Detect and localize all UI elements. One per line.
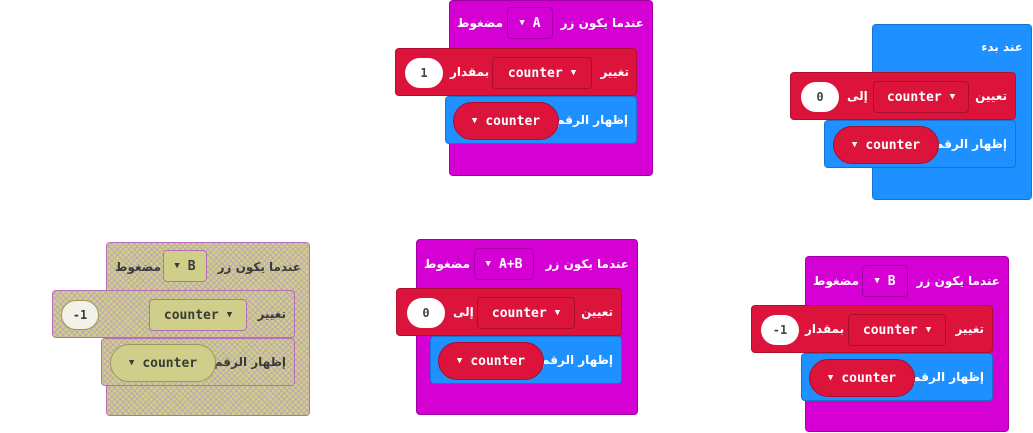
- button-dropdown[interactable]: ▼ B: [862, 265, 908, 297]
- set-label: تعيين: [975, 89, 1007, 103]
- variable-dropdown[interactable]: counter ▼: [848, 314, 946, 346]
- variable-reporter[interactable]: ▼ counter: [809, 359, 915, 397]
- show-number-label: إظهار الرقم: [934, 137, 1007, 151]
- caret-down-icon: ▼: [874, 276, 880, 286]
- to-label: إلى: [847, 89, 868, 103]
- show-number-label: إظهار الرقم: [555, 113, 628, 127]
- caret-down-icon: ▼: [226, 310, 233, 320]
- change-counter-block[interactable]: تغيير counter ▼ -1: [52, 290, 295, 338]
- show-number-block[interactable]: إظهار الرقم ▼ counter: [801, 353, 993, 401]
- variable-dropdown[interactable]: counter ▼: [149, 299, 247, 331]
- variable-dropdown[interactable]: counter ▼: [492, 57, 592, 89]
- when-button-label: عندما يكون زر: [560, 16, 644, 30]
- show-number-block[interactable]: إظهار الرقم ▼ counter: [824, 120, 1016, 168]
- by-label: بمقدار: [805, 322, 845, 336]
- variable-reporter[interactable]: ▼ counter: [453, 102, 559, 140]
- caret-down-icon: ▼: [456, 356, 463, 366]
- caret-down-icon: ▼: [485, 259, 491, 269]
- variable-dropdown[interactable]: counter ▼: [477, 297, 575, 329]
- pressed-label: مضغوط: [115, 260, 162, 274]
- variable-reporter[interactable]: ▼ counter: [438, 342, 544, 380]
- value-input[interactable]: 0: [801, 82, 839, 112]
- set-label: تعيين: [581, 305, 613, 319]
- change-counter-block[interactable]: تغيير counter ▼ بمقدار -1: [751, 305, 993, 353]
- value-input[interactable]: 1: [405, 58, 443, 88]
- variable-dropdown[interactable]: counter ▼: [873, 81, 969, 113]
- value-input[interactable]: -1: [61, 300, 99, 330]
- by-label: بمقدار: [450, 65, 490, 79]
- caret-down-icon: ▼: [925, 325, 932, 335]
- show-number-label: إظهار الرقم: [911, 370, 984, 384]
- show-number-block[interactable]: إظهار الرقم ▼ counter: [445, 96, 637, 144]
- when-button-label: عندما يكون زر: [545, 257, 629, 271]
- caret-down-icon: ▼: [827, 373, 834, 383]
- caret-down-icon: ▼: [519, 18, 525, 28]
- caret-down-icon: ▼: [949, 92, 956, 102]
- value-input[interactable]: -1: [761, 315, 799, 345]
- to-label: إلى: [453, 305, 474, 319]
- when-button-label: عندما يكون زر: [916, 274, 1000, 288]
- show-number-label: إظهار الرقم: [540, 353, 613, 367]
- change-label: تغيير: [257, 307, 286, 321]
- set-counter-block[interactable]: تعيين counter ▼ إلى 0: [790, 72, 1016, 120]
- pressed-label: مضغوط: [457, 16, 504, 30]
- caret-down-icon: ▼: [128, 358, 135, 368]
- show-number-label: إظهار الرقم: [213, 355, 286, 369]
- button-dropdown[interactable]: ▼ A: [507, 7, 553, 39]
- change-counter-block[interactable]: تغيير counter ▼ بمقدار 1: [395, 48, 637, 96]
- variable-reporter[interactable]: ▼ counter: [833, 126, 939, 164]
- button-dropdown[interactable]: ▼ B: [163, 250, 207, 282]
- button-dropdown[interactable]: ▼ A+B: [474, 248, 534, 280]
- caret-down-icon: ▼: [174, 261, 180, 271]
- value-input[interactable]: 0: [407, 298, 445, 328]
- caret-down-icon: ▼: [554, 308, 561, 318]
- on-start-label: عند بدء: [981, 40, 1023, 54]
- pressed-label: مضغوط: [813, 274, 860, 288]
- variable-reporter[interactable]: ▼ counter: [110, 344, 216, 382]
- change-label: تغيير: [955, 322, 984, 336]
- show-number-block[interactable]: إظهار الرقم ▼ counter: [101, 338, 295, 386]
- caret-down-icon: ▼: [570, 68, 577, 78]
- pressed-label: مضغوط: [424, 257, 471, 271]
- set-counter-block[interactable]: تعيين counter ▼ إلى 0: [396, 288, 622, 336]
- caret-down-icon: ▼: [851, 140, 858, 150]
- when-button-label: عندما يكون زر: [217, 260, 301, 274]
- change-label: تغيير: [600, 65, 629, 79]
- caret-down-icon: ▼: [471, 116, 478, 126]
- show-number-block[interactable]: إظهار الرقم ▼ counter: [430, 336, 622, 384]
